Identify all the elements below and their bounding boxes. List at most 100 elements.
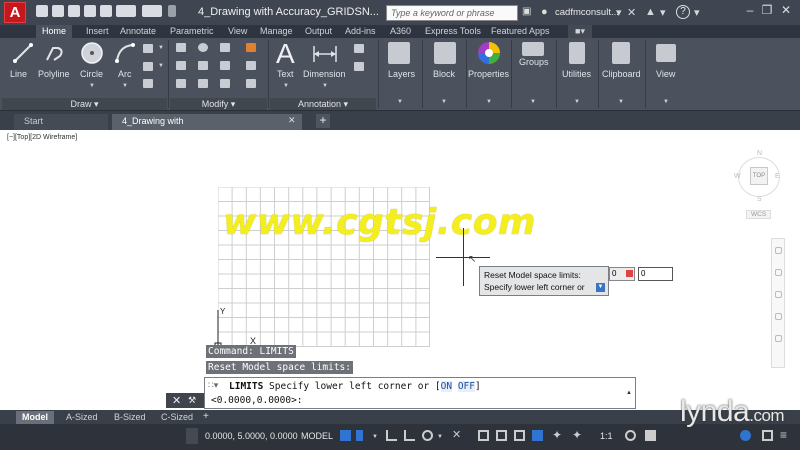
isodraft-icon[interactable]: ✕ xyxy=(452,430,463,441)
coordinates-readout[interactable]: 0.0000, 5.0000, 0.0000 xyxy=(205,431,298,441)
text-icon[interactable]: A xyxy=(276,38,295,70)
new-tab-button[interactable]: + xyxy=(316,114,330,128)
modify-panel-title[interactable]: Modify ▾ xyxy=(170,98,267,110)
annotation-visibility-icon[interactable]: ✦ xyxy=(552,429,563,441)
tab-a-sized[interactable]: A-Sized xyxy=(60,411,104,424)
snap-mode-icon[interactable] xyxy=(356,430,363,441)
scale-icon[interactable] xyxy=(198,79,208,88)
qat-dropdown-icon[interactable] xyxy=(168,5,176,17)
chevron-down-icon[interactable]: ▾ xyxy=(694,6,700,19)
orbit-icon[interactable] xyxy=(775,313,782,320)
tab-add-ins[interactable]: Add-ins xyxy=(345,25,376,38)
erase-icon[interactable] xyxy=(246,43,256,52)
text-button[interactable]: Text xyxy=(277,69,294,79)
line-icon[interactable] xyxy=(12,42,34,64)
steering-wheel-icon[interactable] xyxy=(775,247,782,254)
chevron-down-icon[interactable]: ▼ xyxy=(663,99,669,105)
wrench-icon[interactable]: ⚒ xyxy=(188,395,196,406)
user-name[interactable]: cadfmconsult... xyxy=(555,7,619,18)
properties-button[interactable]: Properties xyxy=(468,69,509,79)
annotation-panel-title[interactable]: Annotation ▾ xyxy=(270,98,376,110)
chevron-down-icon[interactable]: ▼ xyxy=(437,434,443,440)
recent-commands-icon[interactable]: ∷▾ xyxy=(208,380,218,391)
table-icon[interactable] xyxy=(354,62,364,71)
stretch-icon[interactable] xyxy=(176,79,186,88)
groups-icon[interactable] xyxy=(522,42,544,56)
close-icon[interactable]: ✕ xyxy=(172,394,181,407)
lineweight-icon[interactable] xyxy=(514,430,525,441)
showmotion-icon[interactable] xyxy=(775,335,782,342)
tab-annotate[interactable]: Annotate xyxy=(120,25,156,38)
options-down-icon[interactable]: ▼ xyxy=(596,283,605,292)
ribbon-options-icon[interactable]: ■▾ xyxy=(568,25,592,38)
block-icon[interactable] xyxy=(434,42,456,64)
line-button[interactable]: Line xyxy=(10,69,27,79)
chevron-down-icon[interactable]: ▼ xyxy=(158,63,164,69)
viewcube-east[interactable]: E xyxy=(775,173,780,180)
clipboard-icon[interactable] xyxy=(612,42,630,64)
chevron-down-icon[interactable]: ▼ xyxy=(283,83,289,89)
trim-icon[interactable] xyxy=(220,43,230,52)
block-button[interactable]: Block xyxy=(433,69,455,79)
grid-display-icon[interactable] xyxy=(340,430,351,441)
gear-icon[interactable] xyxy=(625,430,636,441)
search-input[interactable]: Type a keyword or phrase xyxy=(386,5,518,21)
tab-manage[interactable]: Manage xyxy=(260,25,293,38)
user-icon[interactable]: ● xyxy=(541,6,553,18)
pan-icon[interactable] xyxy=(775,269,782,276)
application-menu-button[interactable]: A xyxy=(4,2,26,23)
chevron-down-icon[interactable]: ▼ xyxy=(122,83,128,89)
auto-scale-icon[interactable]: ✦ xyxy=(572,429,583,441)
arc-icon[interactable] xyxy=(114,42,136,64)
object-snap-tracking-icon[interactable] xyxy=(496,430,507,441)
tab-a360[interactable]: A360 xyxy=(390,25,411,38)
tab-model[interactable]: Model xyxy=(16,411,54,424)
tab-parametric[interactable]: Parametric xyxy=(170,25,214,38)
plus-icon[interactable] xyxy=(645,430,656,441)
model-space-button[interactable]: MODEL xyxy=(301,431,333,441)
zoom-icon[interactable] xyxy=(775,291,782,298)
clean-screen-icon[interactable] xyxy=(762,430,773,441)
object-snap-icon[interactable] xyxy=(478,430,489,441)
isolate-objects-icon[interactable] xyxy=(740,430,751,441)
copy-icon[interactable] xyxy=(176,61,186,70)
chevron-down-icon[interactable]: ▼ xyxy=(618,99,624,105)
hatch-icon[interactable] xyxy=(143,62,153,71)
draw-panel-title[interactable]: Draw ▾ xyxy=(2,98,167,110)
tab-b-sized[interactable]: B-Sized xyxy=(108,411,152,424)
viewcube-top-face[interactable]: TOP xyxy=(750,167,768,185)
exchange-icon[interactable]: ✕ xyxy=(627,6,636,19)
drawing-canvas[interactable]: [−][Top][2D Wireframe] Y X N W E S TOP W… xyxy=(0,130,800,410)
explode-icon[interactable] xyxy=(246,61,256,70)
chevron-down-icon[interactable]: ▼ xyxy=(372,434,378,440)
viewcube-north[interactable]: N xyxy=(757,150,762,157)
tab-view[interactable]: View xyxy=(228,25,247,38)
mirror-icon[interactable] xyxy=(198,61,208,70)
viewport-controls[interactable]: [−][Top][2D Wireframe] xyxy=(7,134,77,141)
close-button[interactable]: ✕ xyxy=(780,3,792,17)
polyline-button[interactable]: Polyline xyxy=(38,69,70,79)
help-button[interactable]: ? xyxy=(676,5,690,19)
chevron-down-icon[interactable]: ▼ xyxy=(158,45,164,51)
save-as-icon[interactable] xyxy=(84,5,96,17)
chevron-down-icon[interactable]: ▼ xyxy=(530,99,536,105)
offset-icon[interactable] xyxy=(246,79,256,88)
customization-menu-icon[interactable]: ≡ xyxy=(780,429,791,441)
redo-icon[interactable] xyxy=(142,5,162,17)
chevron-down-icon[interactable]: ▼ xyxy=(441,99,447,105)
binoculars-icon[interactable]: ▣ xyxy=(522,6,534,18)
chevron-down-icon[interactable]: ▼ xyxy=(486,99,492,105)
wcs-menu[interactable]: WCS xyxy=(746,210,772,219)
fillet-icon[interactable] xyxy=(220,61,230,70)
utilities-button[interactable]: Utilities xyxy=(562,69,591,79)
chevron-down-icon[interactable]: ▾ xyxy=(616,6,622,19)
option-off[interactable]: OFF xyxy=(457,381,475,392)
arc-button[interactable]: Arc xyxy=(118,69,132,79)
view-icon[interactable] xyxy=(656,44,676,62)
rectangle-icon[interactable] xyxy=(143,44,153,53)
circle-button[interactable]: Circle xyxy=(80,69,103,79)
circle-icon[interactable] xyxy=(80,41,104,65)
ortho-icon[interactable] xyxy=(386,430,397,441)
add-layout-icon[interactable]: + xyxy=(203,411,209,422)
view-button[interactable]: View xyxy=(656,69,675,79)
